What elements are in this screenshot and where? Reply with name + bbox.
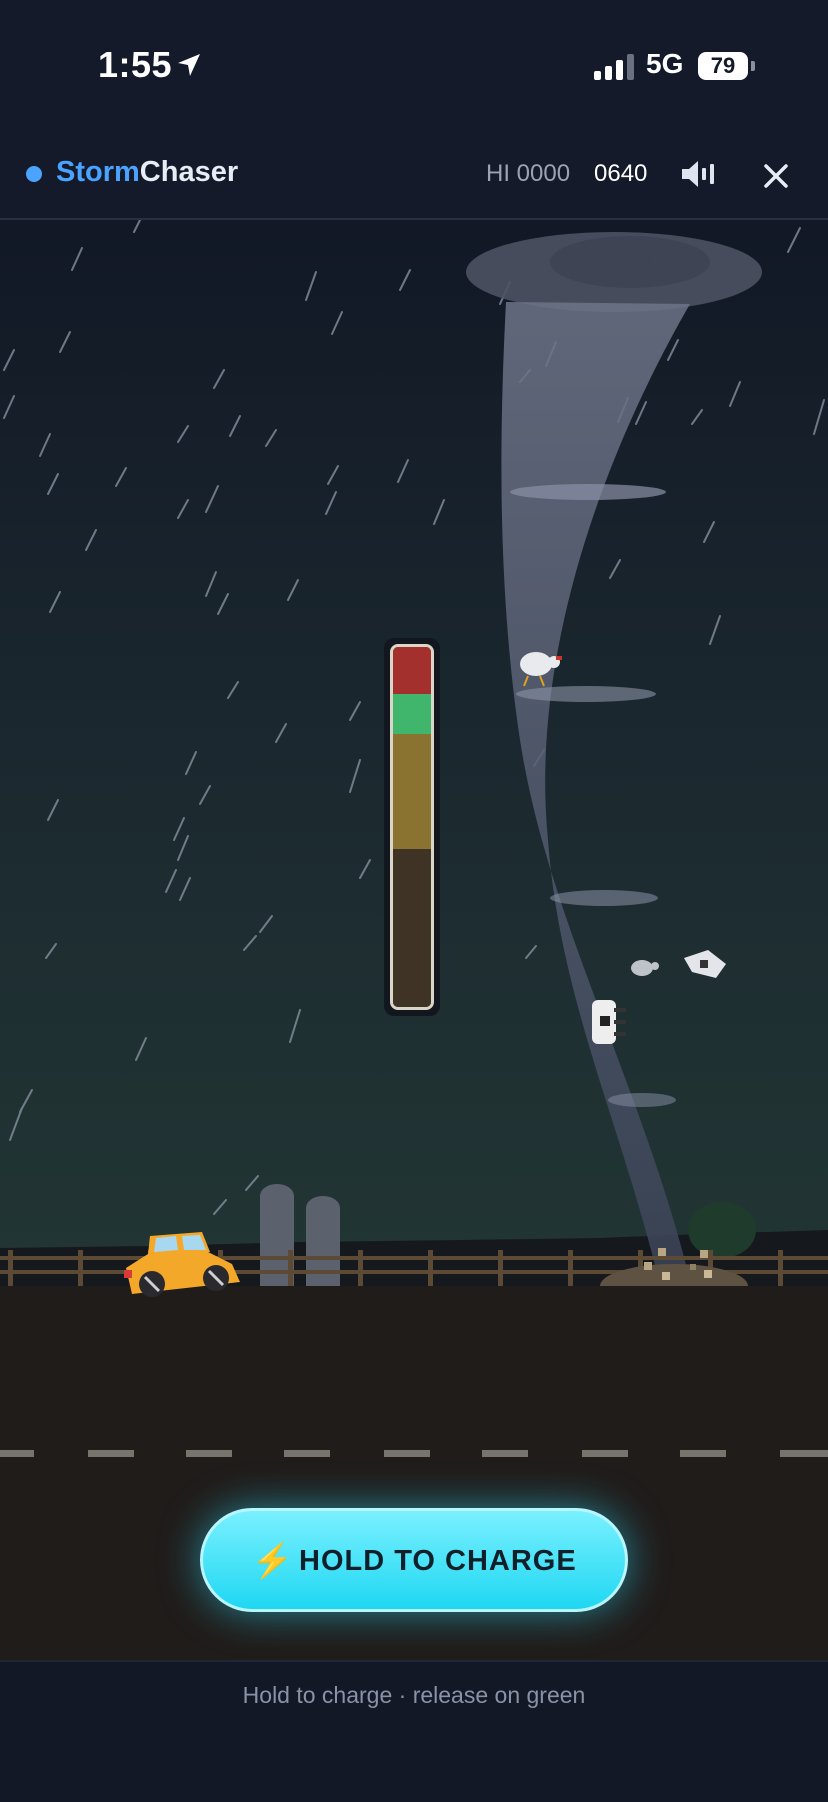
app-title: StormChaser <box>56 156 238 189</box>
charge-meter-bar <box>390 644 434 1010</box>
app-title-part-chaser: Chaser <box>139 156 239 188</box>
tree <box>688 1202 756 1258</box>
hold-to-charge-label: HOLD TO CHARGE <box>299 1545 577 1577</box>
battery-indicator: 79 <box>698 52 748 80</box>
close-icon[interactable] <box>756 156 796 196</box>
meter-segment-sweet-spot <box>393 694 431 734</box>
battery-tip <box>751 61 755 71</box>
charge-meter <box>384 638 440 1016</box>
game-header: StormChaser HI 0000 0640 <box>0 130 828 220</box>
sound-toggle-icon[interactable] <box>680 158 716 190</box>
status-bar: 1:55 5G 79 <box>0 0 828 130</box>
status-dot <box>26 166 42 182</box>
clock: 1:55 <box>98 44 173 85</box>
instruction-hint: Hold to charge · release on green <box>242 1682 586 1708</box>
meter-segment-charge <box>393 734 431 849</box>
current-score: 0640 <box>594 160 648 187</box>
footer: Hold to charge · release on green <box>0 1660 828 1802</box>
high-score: HI 0000 <box>486 160 571 187</box>
cellular-signal-icon <box>594 54 634 80</box>
road-lane-markings <box>0 1450 828 1457</box>
lightning-bolt-icon: ⚡ <box>251 1542 294 1580</box>
location-arrow-icon <box>178 54 200 76</box>
meter-segment-danger <box>393 647 431 694</box>
hold-to-charge-button[interactable]: ⚡ HOLD TO CHARGE <box>200 1508 628 1612</box>
network-type: 5G <box>646 48 684 79</box>
app-title-part-storm: Storm <box>56 156 140 188</box>
meter-segment-empty <box>393 849 431 1007</box>
